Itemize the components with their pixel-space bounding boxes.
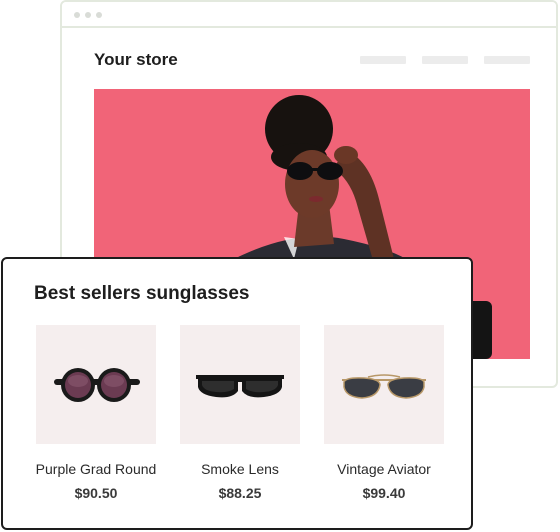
product-image[interactable] xyxy=(36,325,156,444)
product-card[interactable]: Smoke Lens $88.25 xyxy=(180,325,300,501)
product-image[interactable] xyxy=(324,325,444,444)
window-dot[interactable] xyxy=(85,12,91,18)
nav-link-placeholder[interactable] xyxy=(484,56,530,64)
aviator-sunglasses-icon xyxy=(342,374,426,399)
product-card[interactable]: Vintage Aviator $99.40 xyxy=(324,325,444,501)
nav-link-placeholder[interactable] xyxy=(422,56,468,64)
product-price: $88.25 xyxy=(218,485,262,501)
rectangular-sunglasses-icon xyxy=(196,375,284,398)
browser-title-bar xyxy=(62,2,556,28)
round-sunglasses-icon xyxy=(54,368,140,402)
nav-link-placeholder[interactable] xyxy=(360,56,406,64)
card-title: Best sellers sunglasses xyxy=(34,283,250,304)
product-price: $99.40 xyxy=(362,485,406,501)
window-dot[interactable] xyxy=(96,12,102,18)
best-sellers-card: Best sellers sunglasses Purple Grad Roun… xyxy=(1,257,473,530)
store-title: Your store xyxy=(94,50,178,69)
product-name[interactable]: Vintage Aviator xyxy=(299,461,469,477)
product-price: $90.50 xyxy=(74,485,118,501)
product-image[interactable] xyxy=(180,325,300,444)
product-card[interactable]: Purple Grad Round $90.50 xyxy=(36,325,156,501)
window-dot[interactable] xyxy=(74,12,80,18)
